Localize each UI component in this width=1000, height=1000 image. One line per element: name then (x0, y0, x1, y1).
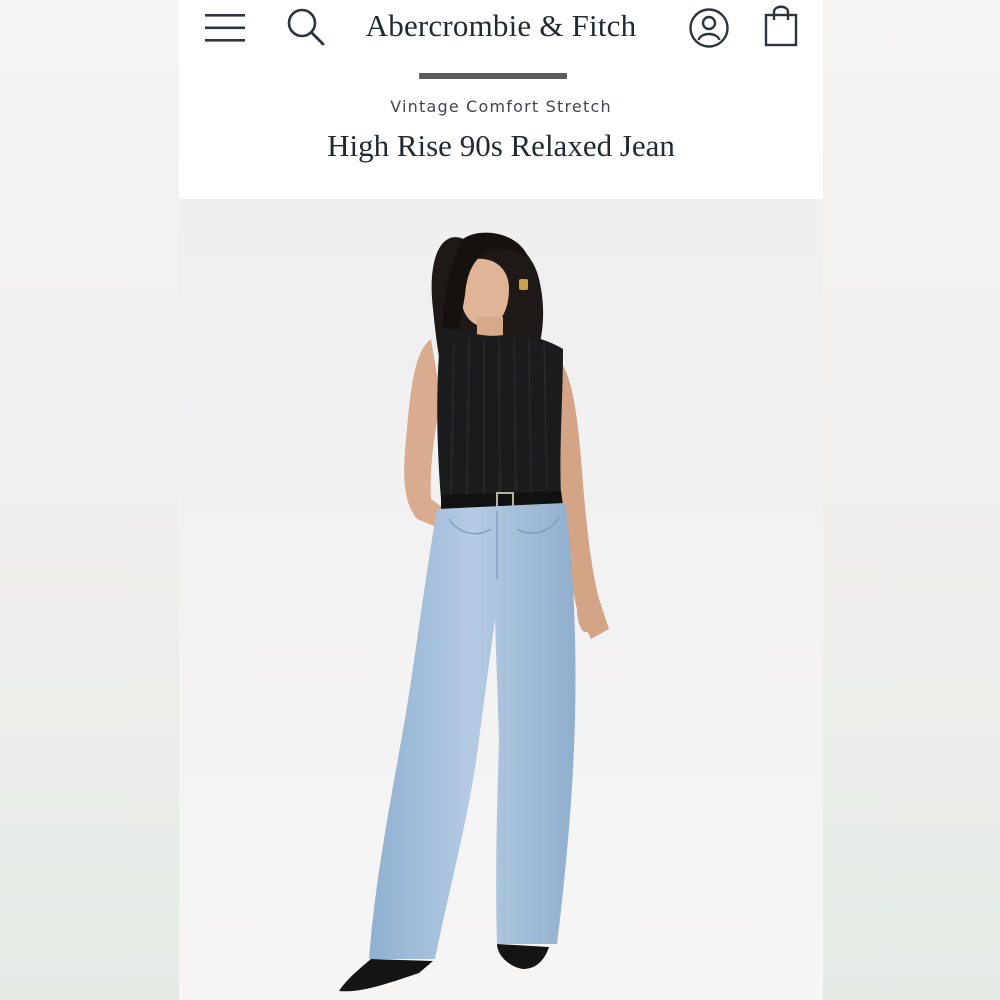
site-header: Abercrombie & Fitch Vintage Comfort Stre… (179, 0, 823, 199)
left-background (0, 0, 179, 1000)
sheet-drag-handle[interactable] (419, 73, 567, 79)
account-icon[interactable] (687, 6, 731, 50)
model-illustration (339, 232, 609, 992)
shopping-bag-icon[interactable] (762, 2, 802, 48)
product-title: High Rise 90s Relaxed Jean (327, 128, 675, 163)
product-collection: Vintage Comfort Stretch (390, 97, 612, 116)
right-background (823, 0, 1000, 1000)
earring (519, 279, 528, 290)
product-image[interactable] (179, 199, 823, 1000)
product-page: Abercrombie & Fitch Vintage Comfort Stre… (179, 0, 823, 1000)
